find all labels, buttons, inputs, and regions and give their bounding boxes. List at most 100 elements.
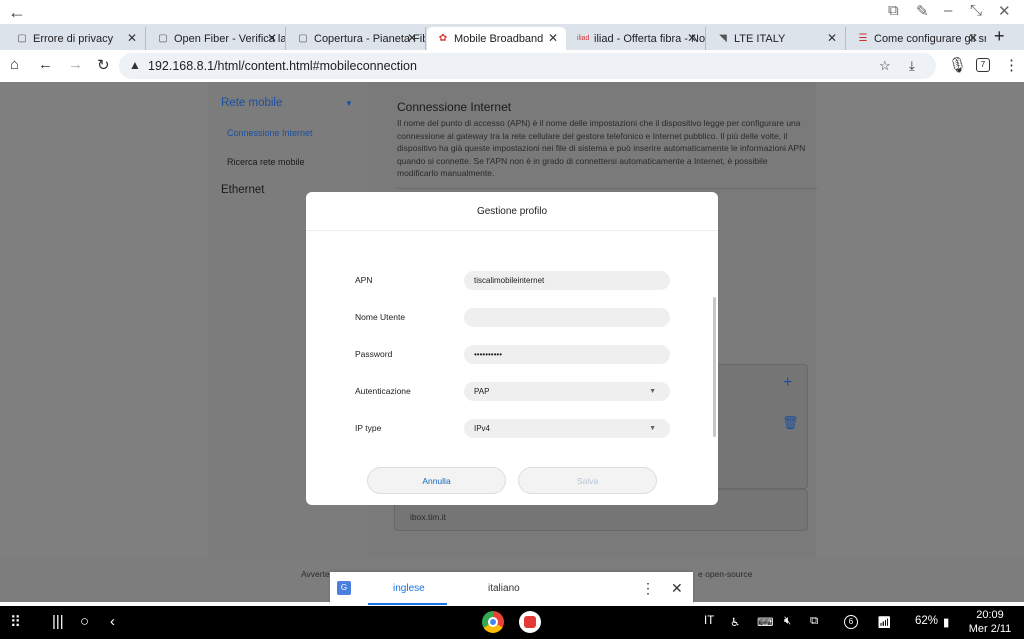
doc-icon: ▢ [158,33,168,44]
iptype-select[interactable]: IPv4 ▼ [464,419,670,438]
translate-lang-source[interactable]: inglese [393,583,425,594]
dialog-divider [306,230,718,231]
huawei-icon: ✿ [438,33,448,44]
divider [397,188,817,189]
system-navbar: ⠿ ||| ○ ‹ IT ♿︎ ⌨ 🔇︎ ⧉ 6 📶︎ 62% ▮ 20:09 … [0,606,1024,639]
tab-count-button[interactable]: 7 [976,58,990,72]
chrome-icon[interactable] [482,611,504,633]
caret-down-icon: ▼ [649,425,656,432]
back-arrow-icon[interactable]: ← [8,2,26,23]
sidebar-item-connessione[interactable]: Connessione Internet [227,128,313,138]
site-icon: ☰ [858,33,868,44]
add-icon[interactable]: + [783,374,792,392]
translate-bar: G inglese italiano ⋮ ✕ [330,572,693,606]
tab-strip: ▢ Errore di privacy ✕ ▢ Open Fiber - Ver… [0,24,1024,50]
tab-errore-privacy[interactable]: ▢ Errore di privacy ✕ [6,27,146,50]
keyboard-lang: IT [704,615,715,627]
pin-icon[interactable]: ✎ [916,2,929,20]
clock: 20:09 Mer 2/11 [960,608,1020,636]
download-icon[interactable]: ⤓ [909,58,915,74]
close-tab-icon[interactable]: ✕ [267,31,277,45]
menu-icon[interactable]: ⋮ [1004,56,1019,74]
footer-text-right[interactable]: e open-source [698,569,752,579]
close-tab-icon[interactable]: ✕ [687,31,697,45]
username-input[interactable] [464,308,670,327]
sidebar-item-ricerca[interactable]: Ricerca rete mobile [227,157,305,167]
chrome-center-icon [488,617,498,627]
mute-icon: 🔇︎ [784,615,792,627]
sidebar-section-rete-mobile[interactable]: Rete mobile [221,97,282,109]
apn-label: APN [355,275,373,285]
translate-lang-target[interactable]: italiano [488,583,520,594]
notification-count[interactable]: 6 [844,615,858,629]
recents-icon[interactable]: ||| [52,613,64,630]
auth-label: Autenticazione [355,386,411,396]
address-bar[interactable]: ▲ 192.168.8.1/html/content.html#mobileco… [119,53,936,79]
password-label: Password [355,349,393,359]
tab-pianeta-fibra[interactable]: ▢ Copertura - Pianeta Fibr ✕ [287,27,426,50]
home-circle-icon[interactable]: ○ [80,613,89,630]
tab-come-configurare[interactable]: ☰ Come configurare gli sm ✕ [847,27,986,50]
rss-icon: ◥ [719,33,727,44]
keyboard-icon[interactable]: ⌨ [757,615,774,629]
nav-forward-icon[interactable]: → [68,56,83,73]
auth-select[interactable]: PAP ▼ [464,382,670,401]
trash-icon[interactable]: 🗑︎ [782,415,799,431]
password-input[interactable]: •••••••••• [464,345,670,364]
date-text: Mer 2/11 [968,623,1012,635]
star-icon[interactable]: ☆ [879,58,891,74]
battery-level: 62% [915,615,939,627]
nav-back-icon[interactable]: ← [38,56,53,73]
iptype-label: IP type [355,423,382,433]
tab-open-fiber[interactable]: ▢ Open Fiber - Verifica la c ✕ [147,27,286,50]
dialog-title: Gestione profilo [476,206,548,217]
window-top-bar: ← ⧉ ✎ – ⤡ ✕ [0,0,1024,24]
time-text: 20:09 [976,609,1004,621]
browser-toolbar: ⌂ ← → ↻ ▲ 192.168.8.1/html/content.html#… [0,50,1024,82]
more-options-icon[interactable]: ⋮ [641,580,655,597]
iliad-icon: iliad [577,35,590,42]
close-tab-icon[interactable]: ✕ [548,31,558,45]
profile-dialog: Gestione profilo APN tiscalimobileintern… [306,192,718,505]
close-tab-icon[interactable]: ✕ [827,31,837,45]
app-logo-icon [524,616,536,628]
tab-mobile-broadband[interactable]: ✿ Mobile Broadband ✕ [427,27,566,50]
doc-icon: ▢ [298,33,308,44]
accessibility-icon[interactable]: ♿︎ [730,615,740,629]
screenshot-icon[interactable]: ⧉ [810,615,818,628]
page-description: Il nome del punto di accesso (APN) è il … [397,118,806,178]
url-text[interactable]: 192.168.8.1/html/content.html#mobileconn… [148,59,417,73]
page-title: Connessione Internet [397,100,512,114]
save-button[interactable]: Salva [518,467,657,494]
apn-value: ibox.tim.it [410,512,446,522]
tab-iliad[interactable]: iliad iliad - Offerta fibra - Nor ✕ [567,27,706,50]
nav-back-chevron-icon[interactable]: ‹ [110,613,115,630]
wifi-icon: 📶︎ [877,617,892,629]
battery-icon: ▮ [943,617,950,629]
dialog-scrollbar[interactable] [713,297,716,437]
tab-switch-icon[interactable]: ⧉ [888,2,899,19]
sidebar-section-ethernet[interactable]: Ethernet [221,184,264,196]
username-label: Nome Utente [355,312,406,322]
new-tab-icon[interactable]: + [994,26,1005,47]
app-icon[interactable] [519,611,541,633]
home-icon[interactable]: ⌂ [10,56,19,73]
apn-input[interactable]: tiscalimobileinternet [464,271,670,290]
cancel-button[interactable]: Annulla [367,467,506,494]
tab-lte-italy[interactable]: ◥ LTE ITALY ✕ [707,27,846,50]
minimize-icon[interactable]: – [944,2,952,19]
shrink-icon[interactable]: ⤡ [970,2,982,19]
close-tab-icon[interactable]: ✕ [968,31,978,45]
close-icon[interactable]: ✕ [671,580,683,597]
close-tab-icon[interactable]: ✕ [407,31,417,45]
doc-icon: ▢ [17,33,27,44]
apps-grid-icon[interactable]: ⠿ [10,613,21,631]
footer-text-left[interactable]: Avverte [301,569,330,579]
mic-icon[interactable]: 🎙︎ [948,56,967,74]
warning-icon[interactable]: ▲ [129,58,141,72]
close-window-icon[interactable]: ✕ [998,2,1011,20]
reload-icon[interactable]: ↻ [97,56,110,74]
caret-down-icon[interactable]: ▼ [345,99,353,108]
close-tab-icon[interactable]: ✕ [127,31,137,45]
selected-lang-indicator [368,603,447,605]
